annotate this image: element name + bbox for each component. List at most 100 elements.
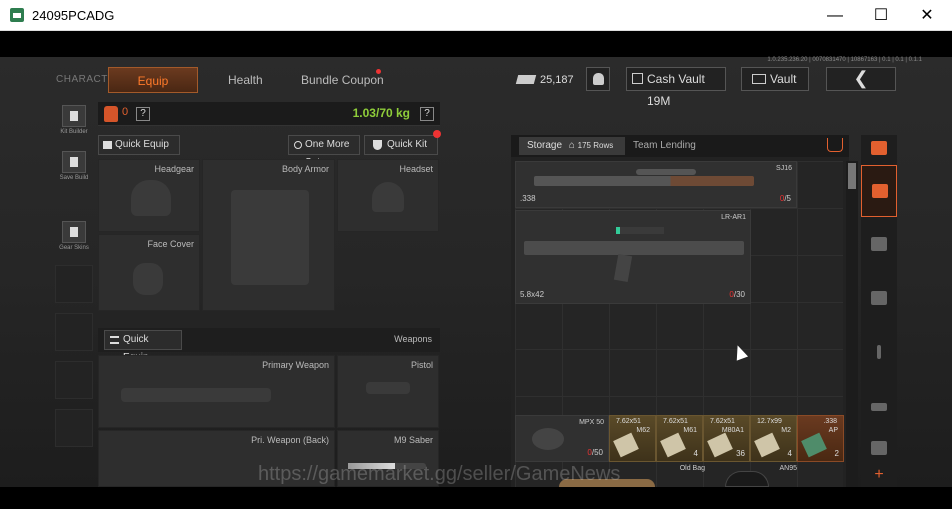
- kit-builder-label: Kit Builder: [60, 129, 88, 135]
- item-name: SJ16: [776, 165, 792, 172]
- category-ammo[interactable]: [861, 381, 897, 433]
- cash-vault-label: Cash Vault 19M: [647, 72, 705, 108]
- tab-storage[interactable]: Storage ⌂ 175 Rows: [519, 137, 625, 155]
- minimize-button[interactable]: —: [812, 0, 858, 31]
- helmet-icon: [725, 471, 769, 487]
- storage-item-an95[interactable]: AN95: [709, 463, 803, 487]
- gear-skins-button[interactable]: Gear Skins: [55, 221, 93, 251]
- category-all[interactable]: [861, 135, 897, 163]
- close-button[interactable]: ✕: [904, 0, 950, 31]
- shield-icon: [373, 140, 382, 150]
- tab-health[interactable]: Health: [228, 67, 263, 93]
- save-build-label: Save Build: [59, 175, 89, 181]
- item-name: AN95: [779, 465, 797, 472]
- ammo-caliber: 7.62x51: [710, 418, 735, 425]
- shirt-icon: [103, 141, 112, 149]
- face-cover-label: Face Cover: [147, 239, 194, 249]
- one-more-set-button[interactable]: One More Set: [288, 135, 360, 168]
- storage-item-mpx50[interactable]: MPX 50 0/50: [515, 415, 609, 462]
- headgear-slot[interactable]: Headgear: [98, 159, 200, 232]
- tab-team-lending[interactable]: Team Lending: [633, 137, 696, 155]
- save-build-button[interactable]: Save Build: [55, 151, 93, 181]
- home-icon: ⌂: [568, 140, 575, 151]
- headset-slot[interactable]: Headset: [337, 159, 439, 232]
- category-keys[interactable]: [861, 327, 897, 379]
- ammo-item-m80a1[interactable]: 7.62x51 M80A1 36: [703, 415, 750, 462]
- profile-button[interactable]: [586, 67, 610, 91]
- pistol-slot[interactable]: Pistol: [337, 355, 439, 428]
- vault-button[interactable]: Vault: [741, 67, 809, 91]
- item-name: MPX 50: [579, 419, 604, 426]
- window-titlebar: 24095PCADG — ☐ ✕: [0, 0, 952, 31]
- category-weapons[interactable]: [861, 165, 897, 217]
- help-icon[interactable]: ?: [136, 107, 150, 121]
- storage-item-sj16[interactable]: SJ16 .338 0/5: [515, 161, 797, 208]
- helmet-silhouette-icon: [131, 180, 171, 216]
- key-category-icon: [877, 345, 881, 359]
- sidebar-slot: [55, 361, 93, 399]
- body-armor-label: Body Armor: [281, 164, 329, 174]
- pistol-label: Pistol: [410, 360, 433, 370]
- ammo-item-m61[interactable]: 7.62x51 M61 4: [656, 415, 703, 462]
- weapons-quick-equip-button[interactable]: Quick Equip: [104, 330, 182, 363]
- ammo-category-icon: [871, 403, 887, 411]
- armor-category-icon: [871, 237, 887, 251]
- rifle-scope-icon: [616, 227, 664, 234]
- quick-equip-button[interactable]: Quick Equip: [98, 135, 180, 155]
- tab-bundle-coupon[interactable]: Bundle Coupon: [301, 67, 384, 93]
- sort-icon[interactable]: [827, 138, 843, 152]
- stack-icon: [871, 141, 887, 155]
- weapons-label: Weapons: [394, 334, 432, 344]
- headset-silhouette-icon: [372, 182, 404, 212]
- ammo-item-m2[interactable]: 12.7x99 M2 4: [750, 415, 797, 462]
- face-cover-slot[interactable]: Face Cover: [98, 234, 200, 311]
- ammo-name: M62: [636, 427, 650, 434]
- add-category-button[interactable]: +: [861, 467, 897, 487]
- ammo-caliber: .338: [823, 418, 837, 425]
- ammo-caliber: 12.7x99: [757, 418, 782, 425]
- quick-kit-badge: [433, 130, 441, 138]
- ammo-box-icon: [801, 432, 827, 458]
- ammo-name: M61: [683, 427, 697, 434]
- sidebar-slot: [55, 265, 93, 303]
- money-icon: [515, 75, 537, 84]
- storage-grid: SJ16 .338 0/5 LR-AR1 5.8x42 0/30 MPX 50: [515, 161, 844, 487]
- notification-dot: [376, 69, 381, 74]
- rifle-magazine-icon: [613, 253, 633, 283]
- weapons-header: Quick Equip Weapons: [98, 328, 440, 363]
- tab-equip[interactable]: Equip: [108, 67, 198, 93]
- vault-icon: [752, 74, 766, 84]
- category-armor[interactable]: [861, 219, 897, 271]
- storage-label: Storage: [527, 140, 563, 151]
- melee-label: M9 Saber: [393, 435, 433, 445]
- storage-scrollbar[interactable]: [846, 161, 858, 487]
- back-button[interactable]: ❮: [826, 67, 896, 91]
- weight-value: 1.03/70 kg: [352, 106, 410, 120]
- maximize-button[interactable]: ☐: [858, 0, 904, 31]
- item-name: LR-AR1: [721, 214, 746, 221]
- ammo-name: AP: [828, 427, 838, 434]
- equipment-panel: 0 ? 1.03/70 kg ? Quick Equip One More Se…: [98, 102, 441, 487]
- primary-weapon-label: Primary Weapon: [262, 360, 329, 370]
- save-build-icon: [62, 151, 86, 173]
- category-medical[interactable]: [861, 273, 897, 325]
- ammo-box-icon: [660, 432, 686, 458]
- quick-kit-label: Quick Kit: [387, 139, 428, 150]
- ammo-item-m62[interactable]: 7.62x51 M62: [609, 415, 656, 462]
- body-armor-slot[interactable]: Body Armor: [202, 159, 335, 311]
- scrollbar-thumb[interactable]: [848, 163, 856, 189]
- ammo-item-ap[interactable]: .338 AP 2: [797, 415, 844, 462]
- primary-weapon-slot[interactable]: Primary Weapon: [98, 355, 335, 428]
- quick-kit-button[interactable]: Quick Kit: [364, 130, 441, 155]
- assault-rifle-icon: [524, 241, 744, 255]
- category-containers[interactable]: [861, 435, 897, 465]
- weight-help-icon[interactable]: ?: [420, 107, 434, 121]
- backpack-icon: [104, 106, 118, 122]
- headgear-label: Headgear: [154, 164, 194, 174]
- cash-vault-button[interactable]: Cash Vault 19M: [626, 67, 726, 108]
- kit-builder-button[interactable]: Kit Builder: [55, 105, 93, 135]
- sidebar-slot: [55, 313, 93, 351]
- ammo-box-icon: [613, 432, 639, 458]
- storage-item-lr-ar1[interactable]: LR-AR1 5.8x42 0/30: [515, 210, 751, 304]
- game-viewport: 1.0.235.236.20 | 0070831470 | 10867163 |…: [0, 31, 952, 509]
